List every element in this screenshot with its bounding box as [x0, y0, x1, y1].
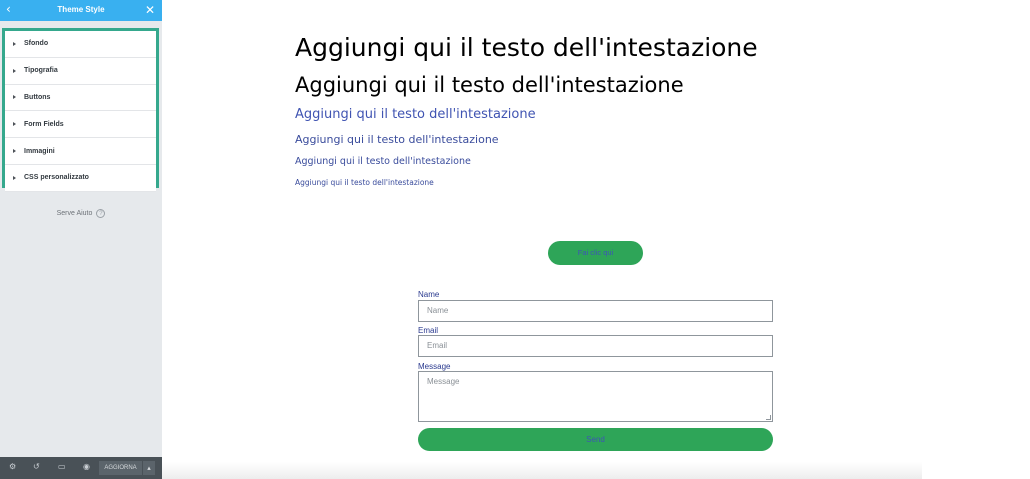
- cta-button[interactable]: Fai clic qui: [548, 241, 643, 265]
- heading-h2: Aggiungi qui il testo dell'intestazione: [295, 73, 684, 97]
- message-placeholder: Message: [427, 377, 460, 386]
- name-label: Name: [418, 290, 440, 299]
- message-label: Message: [418, 362, 451, 371]
- section-form-fields[interactable]: Form Fields: [5, 111, 156, 139]
- editor-panel: ‹ Theme Style ✕ Sfondo Tipografia Button…: [0, 0, 162, 479]
- heading-h1: Aggiungi qui il testo dell'intestazione: [295, 33, 758, 62]
- caret-right-icon: [13, 149, 16, 154]
- history-icon[interactable]: ↺: [33, 462, 40, 471]
- caret-right-icon: [13, 41, 16, 46]
- section-label: CSS personalizzato: [24, 174, 89, 182]
- gear-icon[interactable]: ⚙: [9, 462, 16, 471]
- resize-handle-icon[interactable]: [766, 415, 771, 420]
- section-label: Immagini: [24, 147, 55, 155]
- section-label: Tipografia: [24, 67, 58, 75]
- caret-right-icon: [13, 95, 16, 100]
- heading-h6: Aggiungi qui il testo dell'intestazione: [295, 178, 434, 187]
- responsive-icon[interactable]: ▭: [58, 462, 66, 471]
- send-button[interactable]: Send: [418, 428, 773, 451]
- question-circle-icon[interactable]: ?: [96, 209, 106, 218]
- theme-style-sections: Sfondo Tipografia Buttons Form Fields Im…: [2, 28, 159, 192]
- section-label: Buttons: [24, 93, 51, 101]
- email-field[interactable]: Email: [418, 335, 773, 357]
- panel-header: ‹ Theme Style ✕: [0, 0, 162, 21]
- caret-right-icon: [13, 175, 16, 180]
- section-label: Form Fields: [24, 120, 64, 128]
- section-immagini[interactable]: Immagini: [5, 138, 156, 165]
- section-buttons[interactable]: Buttons: [5, 84, 156, 112]
- section-css-personalizzato[interactable]: CSS personalizzato: [5, 164, 156, 192]
- section-label: Sfondo: [24, 40, 49, 48]
- help-text: Serve Aiuto: [56, 210, 93, 217]
- message-field[interactable]: Message: [418, 371, 773, 422]
- section-sfondo[interactable]: Sfondo: [5, 31, 156, 58]
- heading-h5: Aggiungi qui il testo dell'intestazione: [295, 156, 471, 167]
- heading-h4: Aggiungi qui il testo dell'intestazione: [295, 133, 499, 146]
- panel-footer: ⚙ ↺ ▭ ◉ AGGIORNA ▴: [0, 457, 162, 479]
- update-button[interactable]: AGGIORNA: [99, 461, 142, 475]
- panel-title: Theme Style: [57, 5, 105, 14]
- eye-icon[interactable]: ◉: [83, 462, 90, 471]
- caret-up-icon[interactable]: ▴: [143, 461, 155, 475]
- help-link[interactable]: Serve Aiuto ?: [0, 209, 162, 218]
- caret-right-icon: [13, 122, 16, 127]
- heading-h3: Aggiungi qui il testo dell'intestazione: [295, 107, 536, 122]
- bottom-shadow: [162, 462, 922, 479]
- close-icon[interactable]: ✕: [145, 3, 155, 17]
- email-label: Email: [418, 326, 439, 335]
- name-field[interactable]: Name: [418, 300, 773, 322]
- caret-right-icon: [13, 68, 16, 73]
- page-preview: Aggiungi qui il testo dell'intestazione …: [162, 0, 1030, 479]
- section-tipografia[interactable]: Tipografia: [5, 57, 156, 85]
